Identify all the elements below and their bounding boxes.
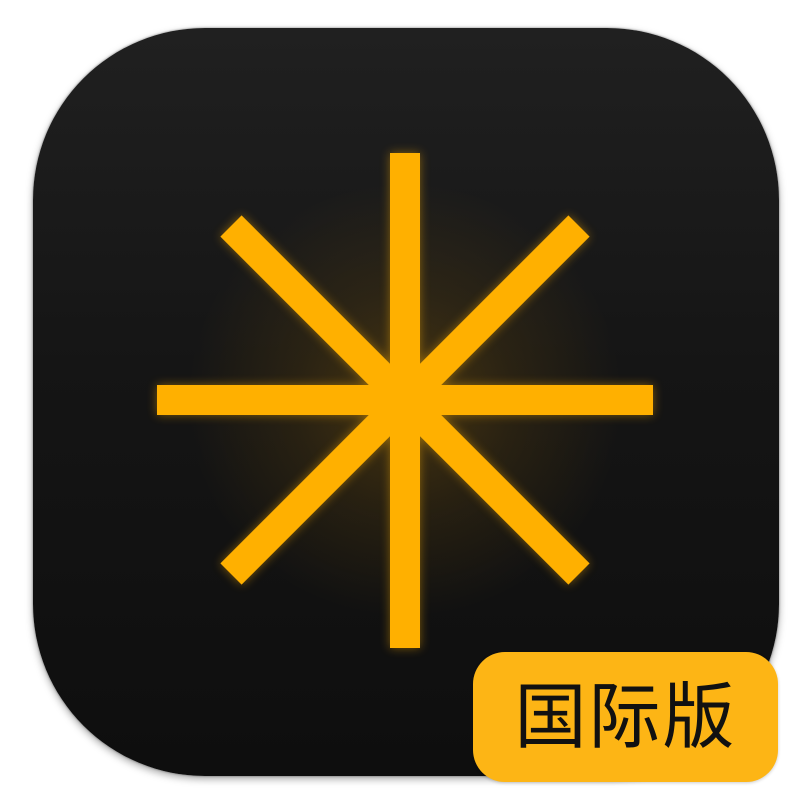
edition-badge-label: 国际版 bbox=[514, 675, 737, 759]
edition-badge: 国际版 bbox=[473, 652, 778, 782]
